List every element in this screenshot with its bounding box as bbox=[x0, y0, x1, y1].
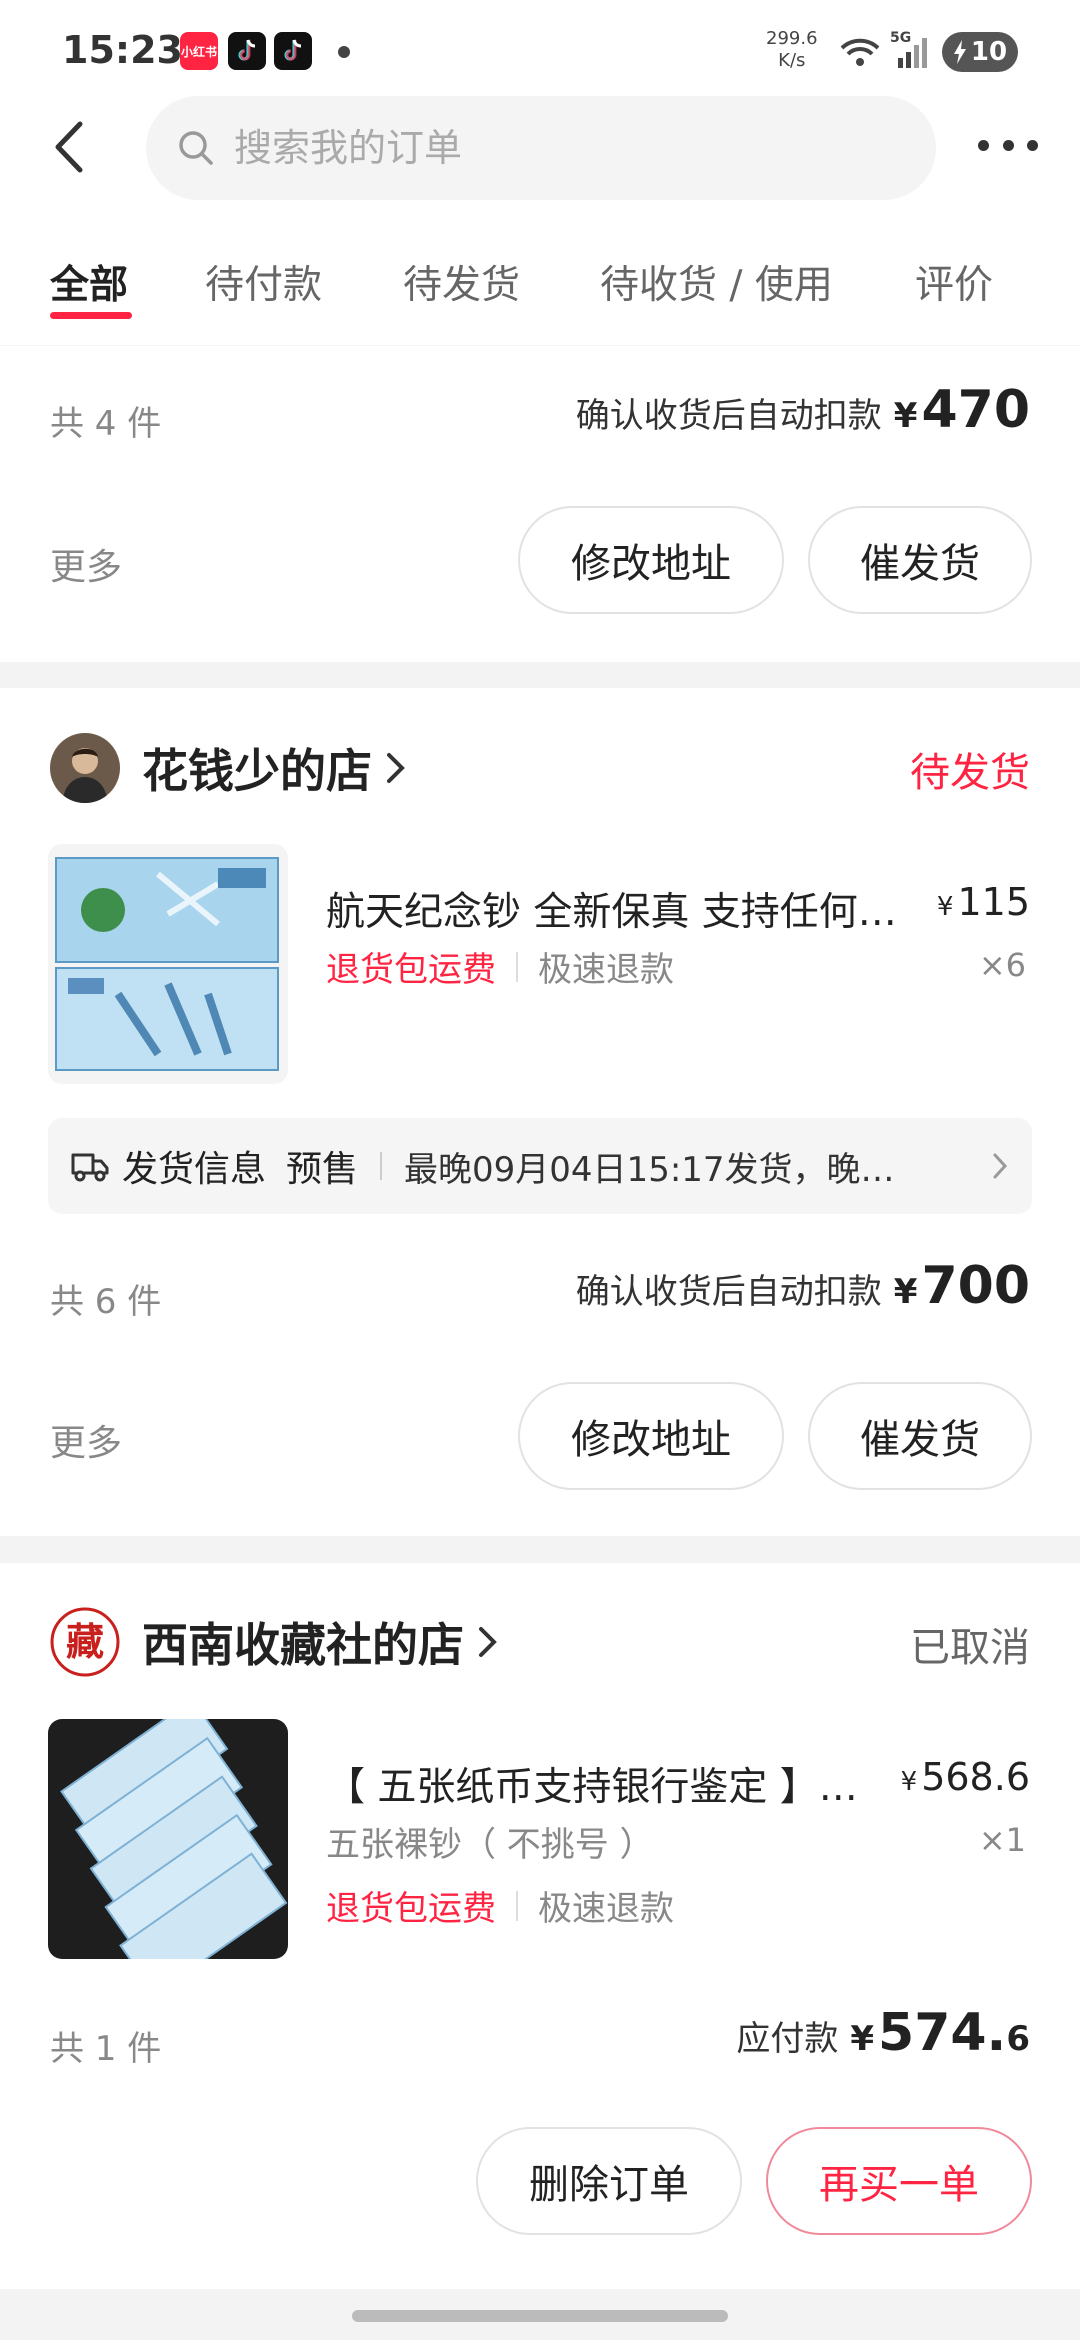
charging-icon bbox=[953, 40, 966, 64]
currency-symbol: ¥ bbox=[936, 892, 954, 922]
product-image[interactable] bbox=[48, 1719, 288, 1959]
product-price-value: 568.6 bbox=[921, 1755, 1030, 1799]
tab-pending-shipment[interactable]: 待发货 bbox=[403, 254, 520, 310]
shop-row[interactable]: 花钱少的店 bbox=[50, 733, 408, 803]
tag-divider bbox=[516, 951, 518, 982]
order-card: 藏 西南收藏社的店 已取消 【 五张纸币支持银行鉴定 】… ¥ 568.6 五张… bbox=[0, 1563, 1080, 2289]
product-quantity: ×6 bbox=[978, 946, 1026, 984]
more-options-icon[interactable] bbox=[978, 130, 1038, 160]
status-time: 15:23 bbox=[62, 28, 183, 72]
product-spec: 五张裸钞（ 不挑号 ） bbox=[326, 1825, 654, 1865]
truck-icon bbox=[71, 1153, 109, 1182]
tag-divider bbox=[516, 1890, 518, 1921]
currency-symbol: ¥ bbox=[893, 396, 918, 436]
fast-refund-tag: 极速退款 bbox=[538, 950, 674, 990]
fast-refund-tag: 极速退款 bbox=[538, 1889, 674, 1929]
signal-icon bbox=[898, 38, 927, 68]
chevron-right-icon bbox=[993, 1153, 1008, 1179]
more-link[interactable]: 更多 bbox=[50, 538, 122, 590]
home-indicator[interactable] bbox=[352, 2310, 728, 2322]
shop-avatar bbox=[50, 733, 120, 803]
modify-address-button[interactable]: 修改地址 bbox=[518, 506, 784, 614]
shipping-label: 发货信息 bbox=[122, 1149, 267, 1190]
order-card: 共 4 件 确认收货后自动扣款 ¥ 470 更多 修改地址 催发货 bbox=[0, 346, 1080, 662]
item-count: 共 6 件 bbox=[50, 1282, 162, 1322]
status-bar: 15:23 小红书 299.6 K/s 5G 10 bbox=[0, 0, 1080, 100]
urge-shipment-button[interactable]: 催发货 bbox=[808, 1382, 1032, 1490]
back-arrow-icon[interactable] bbox=[44, 112, 104, 182]
payment-amount: 574. bbox=[878, 2003, 1007, 2063]
order-status: 待发货 bbox=[910, 750, 1030, 796]
payment-row: 应付款 ¥ 574. 6 bbox=[736, 2003, 1030, 2063]
search-icon bbox=[179, 131, 213, 165]
more-link[interactable]: 更多 bbox=[50, 1414, 122, 1466]
active-tab-indicator bbox=[50, 312, 132, 319]
payment-amount-decimal: 6 bbox=[1006, 2019, 1030, 2059]
order-status: 已取消 bbox=[910, 1625, 1030, 1671]
modify-address-button[interactable]: 修改地址 bbox=[518, 1382, 784, 1490]
urge-shipment-button[interactable]: 催发货 bbox=[808, 506, 1032, 614]
currency-symbol: ¥ bbox=[850, 2019, 875, 2059]
shop-name: 花钱少的店 bbox=[142, 744, 372, 798]
net-speed-unit: K/s bbox=[778, 50, 806, 71]
product-price-value: 115 bbox=[957, 880, 1030, 924]
payment-label: 确认收货后自动扣款 bbox=[575, 1272, 882, 1312]
product-quantity: ×1 bbox=[978, 1821, 1026, 1859]
chevron-right-icon bbox=[479, 1627, 497, 1657]
order-card: 花钱少的店 待发货 航天纪念钞 全新保真 支持任何… ¥ 115 退货包运费 极… bbox=[0, 688, 1080, 1536]
tab-all[interactable]: 全部 bbox=[50, 254, 128, 310]
product-title[interactable]: 【 五张纸币支持银行鉴定 】… bbox=[326, 1756, 886, 1812]
chevron-right-icon bbox=[387, 753, 405, 783]
product-title[interactable]: 航天纪念钞 全新保真 支持任何… bbox=[326, 881, 936, 937]
battery-level: 10 bbox=[970, 37, 1008, 67]
payment-row: 确认收货后自动扣款 ¥ 470 bbox=[576, 380, 1030, 440]
currency-symbol: ¥ bbox=[893, 1272, 918, 1312]
shop-logo: 藏 bbox=[50, 1607, 120, 1677]
net-speed: 299.6 K/s bbox=[766, 28, 818, 72]
shop-name: 西南收藏社的店 bbox=[142, 1618, 464, 1672]
tiktok-app-icon bbox=[228, 32, 266, 70]
tab-pending-receipt[interactable]: 待收货 / 使用 bbox=[600, 254, 833, 310]
tab-reviews[interactable]: 评价 bbox=[915, 254, 993, 310]
payment-amount: 700 bbox=[921, 1256, 1030, 1316]
product-tags: 退货包运费 极速退款 bbox=[326, 1881, 674, 1930]
item-count: 共 1 件 bbox=[50, 2029, 162, 2069]
payment-row: 确认收货后自动扣款 ¥ 700 bbox=[576, 1256, 1030, 1316]
order-tabs: 全部 待付款 待发货 待收货 / 使用 评价 bbox=[0, 240, 1080, 340]
tiktok-app-icon bbox=[274, 32, 312, 70]
product-price: ¥ 115 bbox=[937, 880, 1030, 924]
tab-pending-payment[interactable]: 待付款 bbox=[205, 254, 322, 310]
free-return-shipping-tag: 退货包运费 bbox=[326, 950, 496, 990]
currency-symbol: ¥ bbox=[900, 1767, 918, 1797]
buy-again-button[interactable]: 再买一单 bbox=[766, 2127, 1032, 2235]
item-count: 共 4 件 bbox=[50, 404, 162, 444]
payment-label: 确认收货后自动扣款 bbox=[575, 396, 882, 436]
shop-logo-text: 藏 bbox=[66, 1620, 104, 1664]
delete-order-button[interactable]: 删除订单 bbox=[476, 2127, 742, 2235]
free-return-shipping-tag: 退货包运费 bbox=[326, 1889, 496, 1929]
battery-indicator: 10 bbox=[942, 32, 1018, 72]
shipping-eta: 最晚09月04日15:17发货，晚… bbox=[404, 1149, 895, 1190]
product-tags: 退货包运费 极速退款 bbox=[326, 942, 674, 991]
wifi-icon bbox=[840, 38, 880, 66]
payment-label: 应付款 bbox=[736, 2019, 839, 2059]
shipping-divider bbox=[380, 1152, 383, 1180]
presale-tag: 预售 bbox=[286, 1149, 359, 1190]
product-image[interactable] bbox=[48, 844, 288, 1084]
search-input[interactable] bbox=[234, 126, 834, 170]
notification-dot-icon bbox=[338, 46, 350, 58]
shop-row[interactable]: 藏 西南收藏社的店 bbox=[50, 1607, 500, 1677]
xiaohongshu-app-icon: 小红书 bbox=[180, 32, 218, 70]
product-price: ¥ 568.6 bbox=[901, 1755, 1030, 1799]
payment-amount: 470 bbox=[921, 380, 1030, 440]
shipping-info-bar[interactable]: 发货信息 预售 最晚09月04日15:17发货，晚… bbox=[48, 1118, 1032, 1214]
net-speed-value: 299.6 bbox=[766, 28, 818, 49]
search-box[interactable] bbox=[146, 96, 936, 200]
